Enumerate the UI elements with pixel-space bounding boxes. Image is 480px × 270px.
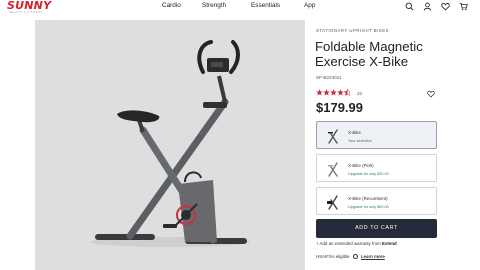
hsa-fsa-info: HSA/FSA eligible Learn more — [316, 254, 385, 260]
option-x-bike-pink[interactable]: X-Bike (Pink) Upgrade for only $30.00 — [316, 154, 437, 182]
wishlist-icon[interactable] — [441, 2, 450, 11]
nav-item-essentials[interactable]: Essentials — [251, 2, 280, 9]
review-count[interactable]: 22 — [357, 91, 362, 96]
product-image[interactable] — [35, 20, 305, 270]
rating-stars[interactable] — [316, 89, 350, 96]
option-name: X-Bike (Pink) — [348, 163, 374, 168]
option-name: X-Bike — [348, 130, 361, 135]
nav-item-strength[interactable]: Strength — [202, 2, 226, 9]
option-x-bike[interactable]: X-Bike Your selection — [316, 121, 437, 149]
option-x-bike-recumbent[interactable]: X-Bike (Recumbent) Upgrade for only $50.… — [316, 187, 437, 215]
x-bike-pink-thumbnail — [328, 162, 338, 177]
option-note: Your selection — [348, 139, 372, 143]
warranty-text: + Add an extended warranty from — [316, 241, 381, 246]
wishlist-heart-icon[interactable] — [427, 90, 435, 98]
product-category: STATIONARY UPRIGHT BIKES — [316, 28, 389, 33]
brand-logo[interactable]: SUNNY HEALTH & FITNESS — [7, 0, 51, 14]
warranty-provider: Extend — [382, 241, 397, 246]
option-upgrade-price: Upgrade for only $50.00 — [348, 205, 389, 209]
nav-item-cardio[interactable]: Cardio — [162, 2, 181, 9]
nav-item-app[interactable]: App — [304, 2, 315, 9]
product-title: Foldable Magnetic Exercise X-Bike — [315, 39, 423, 69]
site-header: SUNNY HEALTH & FITNESS Cardio Strength E… — [0, 0, 480, 18]
info-icon — [352, 254, 358, 260]
product-sku: SF-B223011 — [316, 75, 342, 80]
brand-name: SUNNY — [7, 0, 52, 12]
option-upgrade-price: Upgrade for only $30.00 — [348, 172, 389, 176]
product-price: $179.99 — [316, 100, 363, 115]
cart-icon[interactable] — [459, 2, 468, 11]
search-icon[interactable] — [405, 2, 414, 11]
option-name: X-Bike (Recumbent) — [348, 196, 388, 201]
x-bike-thumbnail — [328, 129, 338, 144]
x-bike-recumbent-thumbnail — [327, 195, 338, 210]
extended-warranty-offer[interactable]: + Add an extended warranty from Extend — [316, 241, 397, 246]
account-icon[interactable] — [423, 2, 432, 11]
add-to-cart-button[interactable]: ADD TO CART — [316, 219, 437, 238]
hsa-label: HSA/FSA eligible — [316, 254, 350, 259]
exercise-bike-illustration — [90, 40, 250, 247]
learn-more-link[interactable]: Learn more — [361, 254, 385, 259]
